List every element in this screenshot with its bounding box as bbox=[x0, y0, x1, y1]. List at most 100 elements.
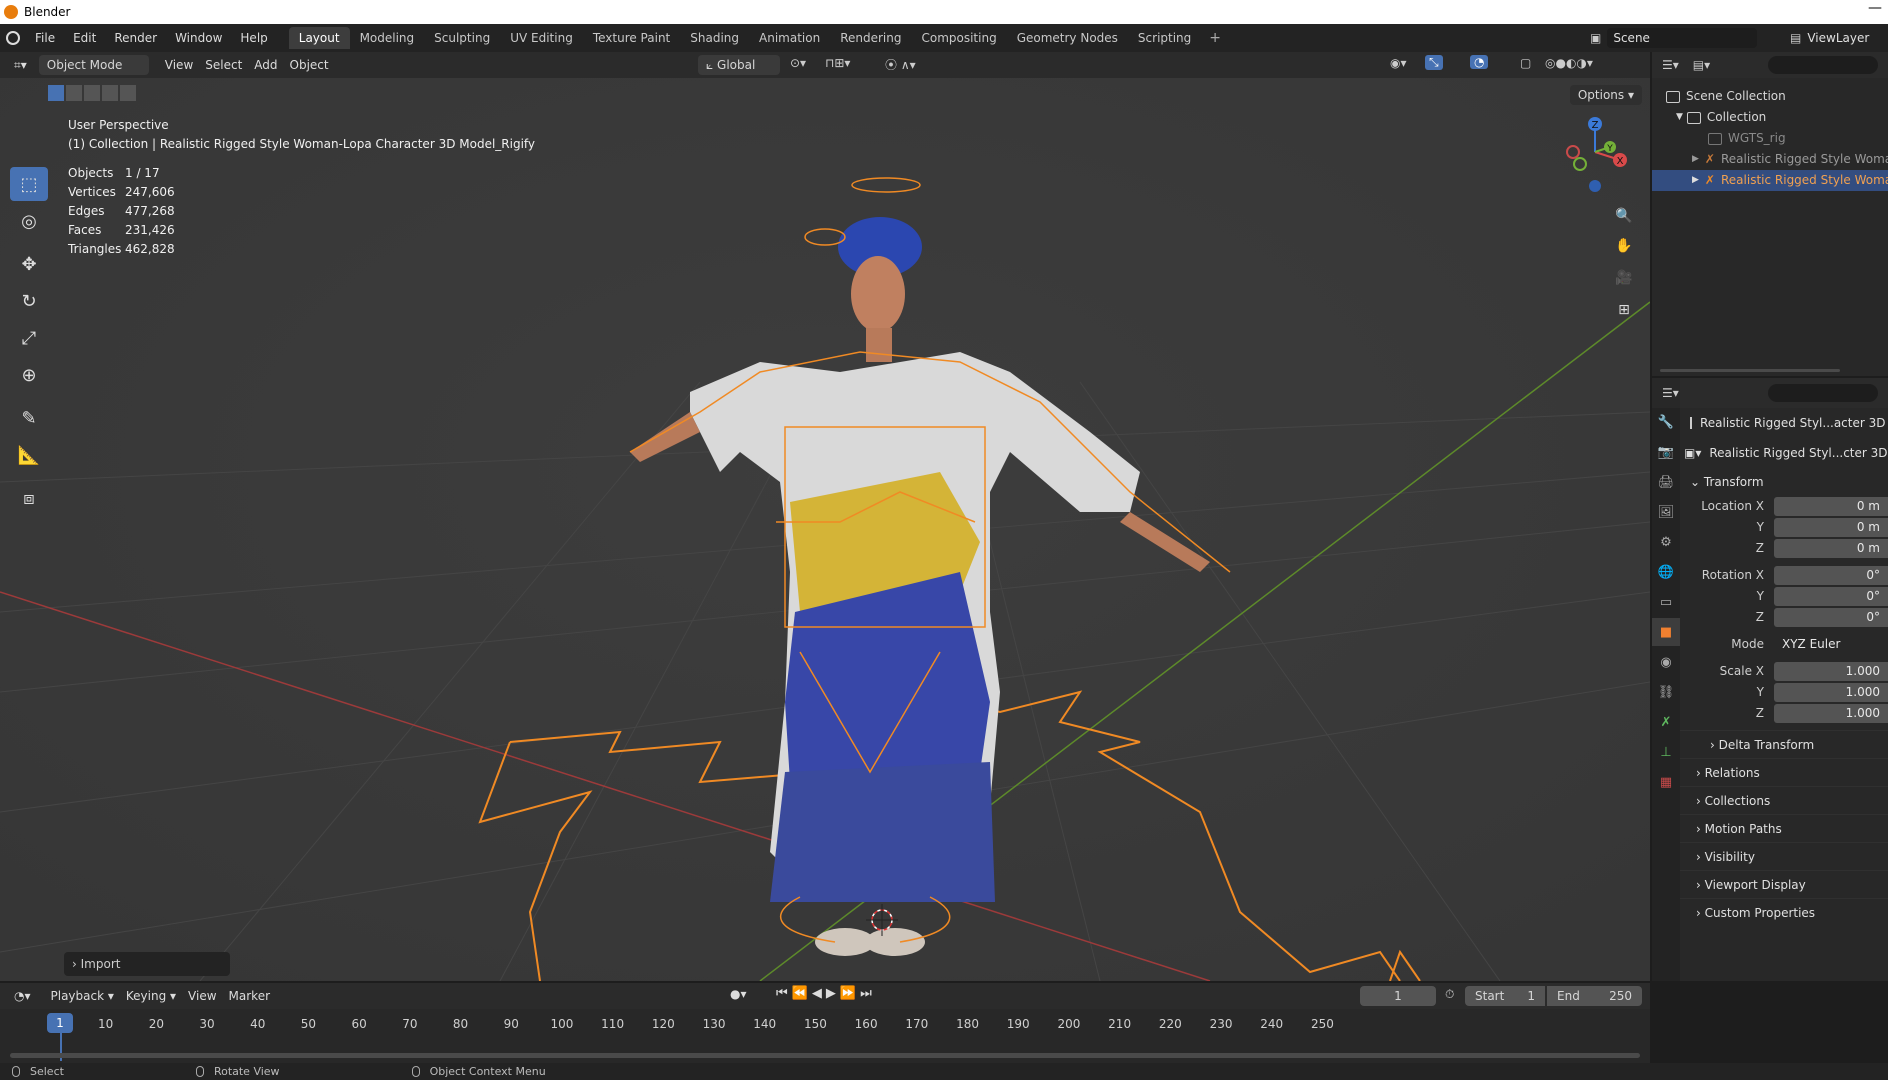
view-layer-properties-icon[interactable]: 🖼 bbox=[1652, 498, 1680, 526]
menu-object[interactable]: Object bbox=[284, 55, 335, 75]
view-layer-selector[interactable]: ▤ ViewLayer bbox=[1790, 27, 1888, 49]
view-layer-name[interactable]: ViewLayer bbox=[1807, 31, 1869, 45]
expand-arrow-icon[interactable]: ▶ bbox=[1692, 170, 1699, 191]
relations-panel[interactable]: › Relations bbox=[1680, 758, 1888, 786]
outliner-item[interactable]: ▶ ✗ Realistic Rigged Style Woma bbox=[1652, 149, 1888, 170]
blender-menu-icon[interactable] bbox=[0, 24, 26, 52]
zoom-icon[interactable]: 🔍 bbox=[1610, 202, 1638, 230]
location-x-field[interactable]: 0 m bbox=[1774, 496, 1888, 516]
delta-transform-panel[interactable]: › Delta Transform bbox=[1680, 730, 1888, 758]
navigation-gizmo[interactable]: Z X Y bbox=[1555, 112, 1635, 192]
end-frame-field[interactable]: End 250 bbox=[1547, 986, 1642, 1006]
rotation-mode-select[interactable]: XYZ Euler bbox=[1774, 634, 1888, 654]
scale-y-field[interactable]: 1.000 bbox=[1774, 682, 1888, 702]
playback-controls[interactable]: ⏮⏪◀▶⏩⏭ bbox=[776, 986, 876, 1001]
outliner-scrollbar[interactable] bbox=[1660, 369, 1840, 372]
preview-range-icon[interactable]: ⏱ bbox=[1445, 987, 1454, 1002]
properties-editor-icon[interactable]: ☰▾ bbox=[1662, 386, 1679, 400]
object-datablock-icon[interactable]: ▣▾ bbox=[1684, 446, 1701, 460]
outliner-item[interactable]: ▶ ✗ Realistic Rigged Style Woma bbox=[1652, 170, 1888, 191]
pivot-icon[interactable]: ⊙▾ bbox=[790, 56, 806, 70]
bone-properties-icon[interactable]: ⊥ bbox=[1652, 738, 1680, 766]
scale-x-field[interactable]: 1.000 bbox=[1774, 661, 1888, 681]
menu-marker[interactable]: Marker bbox=[223, 986, 276, 1006]
perspective-toggle-icon[interactable]: ⊞ bbox=[1610, 296, 1638, 324]
xray-icon[interactable]: ▢ bbox=[1520, 56, 1531, 70]
select-extend-icon[interactable] bbox=[66, 85, 82, 101]
record-icon[interactable]: ●▾ bbox=[730, 987, 747, 1001]
physics-properties-icon[interactable]: ◉ bbox=[1652, 648, 1680, 676]
custom-properties-panel[interactable]: › Custom Properties bbox=[1680, 898, 1888, 926]
viewport-display-panel[interactable]: › Viewport Display bbox=[1680, 870, 1888, 898]
object-mode-select[interactable]: Object Mode bbox=[38, 55, 149, 75]
menu-add[interactable]: Add bbox=[248, 55, 283, 75]
transform-tool-icon[interactable]: ⊕ bbox=[10, 358, 48, 392]
tab-scripting[interactable]: Scripting bbox=[1128, 27, 1201, 49]
select-box-tool-icon[interactable]: ⬚ bbox=[10, 167, 48, 201]
outliner-item[interactable]: Scene Collection bbox=[1652, 86, 1888, 107]
add-workspace-button[interactable]: + bbox=[1201, 30, 1229, 46]
object-properties-icon[interactable]: ■ bbox=[1652, 618, 1680, 646]
location-y-field[interactable]: 0 m bbox=[1774, 517, 1888, 537]
measure-tool-icon[interactable]: 📐 bbox=[10, 438, 48, 472]
object-datablock-row[interactable]: ▣▾ Realistic Rigged Styl...cter 3D bbox=[1680, 438, 1888, 468]
options-button[interactable]: Options ▾ bbox=[1569, 85, 1642, 105]
transform-panel-header[interactable]: ⌄ Transform bbox=[1680, 468, 1888, 496]
gizmo-neg-y-axis[interactable] bbox=[1573, 157, 1587, 171]
select-new-icon[interactable] bbox=[48, 85, 64, 101]
select-box-modes[interactable] bbox=[48, 85, 136, 101]
menu-select[interactable]: Select bbox=[199, 55, 248, 75]
outliner-editor-icon[interactable]: ☰▾ bbox=[1662, 58, 1679, 72]
move-tool-icon[interactable]: ✥ bbox=[10, 247, 48, 281]
snap-icon[interactable]: ⊓⊞▾ bbox=[825, 56, 850, 70]
world-properties-icon[interactable]: 🌐 bbox=[1652, 558, 1680, 586]
scene-properties-icon[interactable]: ⚙ bbox=[1652, 528, 1680, 556]
properties-search-input[interactable] bbox=[1768, 384, 1878, 402]
start-frame-field[interactable]: Start 1 bbox=[1465, 986, 1545, 1006]
tab-uv-editing[interactable]: UV Editing bbox=[500, 27, 583, 49]
tab-rendering[interactable]: Rendering bbox=[830, 27, 911, 49]
outliner-item[interactable]: ▼ Collection bbox=[1652, 107, 1888, 128]
timeline-editor-icon[interactable]: ◔▾ bbox=[8, 986, 37, 1006]
tab-shading[interactable]: Shading bbox=[680, 27, 749, 49]
add-cube-tool-icon[interactable]: ⧈ bbox=[10, 481, 48, 515]
current-frame-field[interactable]: 1 bbox=[1360, 986, 1436, 1006]
menu-playback[interactable]: Playback ▾ bbox=[45, 986, 120, 1006]
object-datablock-field[interactable]: Realistic Rigged Styl...cter 3D bbox=[1709, 446, 1887, 460]
cursor-tool-icon[interactable]: ◎ bbox=[10, 204, 48, 238]
menu-edit[interactable]: Edit bbox=[64, 24, 105, 52]
menu-window[interactable]: Window bbox=[166, 24, 231, 52]
minimize-icon[interactable]: — bbox=[1868, 0, 1882, 16]
timeline-scrollbar[interactable] bbox=[10, 1053, 1640, 1058]
menu-view[interactable]: View bbox=[159, 55, 199, 75]
visibility-icon[interactable]: ◉▾ bbox=[1390, 56, 1407, 70]
output-properties-icon[interactable]: 🖨 bbox=[1652, 468, 1680, 496]
menu-keying[interactable]: Keying ▾ bbox=[120, 986, 182, 1006]
current-frame-indicator[interactable]: 1 bbox=[47, 1013, 73, 1033]
outliner-display-mode-icon[interactable]: ▤▾ bbox=[1693, 58, 1710, 72]
outliner-search-input[interactable] bbox=[1768, 56, 1878, 74]
menu-file[interactable]: File bbox=[26, 24, 64, 52]
3d-viewport[interactable]: ⌗▾ Object Mode View Select Add Object ⟀ … bbox=[0, 52, 1650, 981]
menu-timeline-view[interactable]: View bbox=[182, 986, 222, 1006]
menu-help[interactable]: Help bbox=[231, 24, 276, 52]
location-z-field[interactable]: 0 m bbox=[1774, 538, 1888, 558]
proportional-edit-icon[interactable]: ⦿ ∧▾ bbox=[885, 56, 916, 73]
tab-texture-paint[interactable]: Texture Paint bbox=[583, 27, 680, 49]
shading-modes-icon[interactable]: ◎●◐◑▾ bbox=[1545, 56, 1593, 70]
scene-selector[interactable]: ▣ Scene bbox=[1590, 27, 1780, 49]
scale-z-field[interactable]: 1.000 bbox=[1774, 703, 1888, 723]
tool-properties-icon[interactable]: 🔧 bbox=[1652, 408, 1680, 436]
last-operator-panel[interactable]: › Import bbox=[64, 952, 230, 976]
rotation-z-field[interactable]: 0° bbox=[1774, 607, 1888, 627]
select-intersect-icon[interactable] bbox=[120, 85, 136, 101]
tab-sculpting[interactable]: Sculpting bbox=[424, 27, 500, 49]
select-invert-icon[interactable] bbox=[102, 85, 118, 101]
scene-name-field[interactable]: Scene bbox=[1607, 28, 1758, 48]
transform-orientation-select[interactable]: ⟀ Global bbox=[698, 55, 780, 75]
scale-tool-icon[interactable]: ⤢ bbox=[10, 321, 48, 355]
constraints-properties-icon[interactable]: ⛓ bbox=[1652, 678, 1680, 706]
pan-hand-icon[interactable]: ✋ bbox=[1610, 232, 1638, 260]
tab-layout[interactable]: Layout bbox=[288, 27, 350, 49]
motion-paths-panel[interactable]: › Motion Paths bbox=[1680, 814, 1888, 842]
